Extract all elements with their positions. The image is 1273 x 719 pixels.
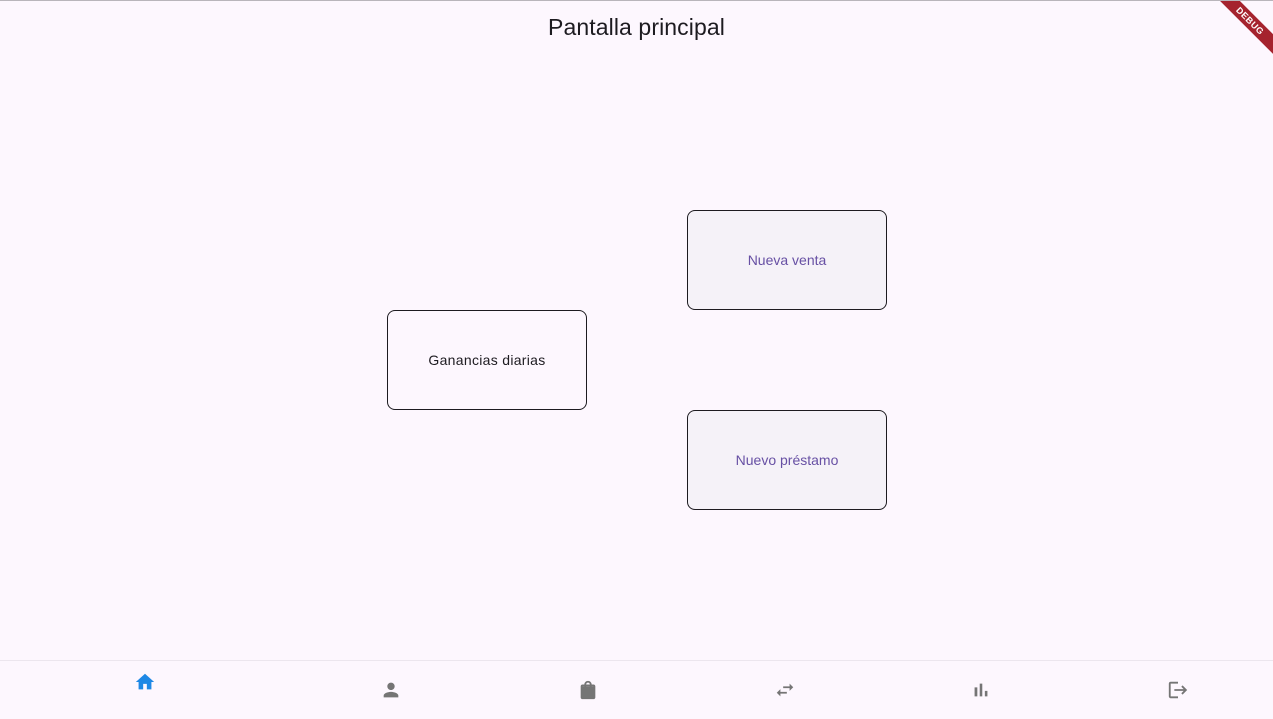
debug-banner-label: DEBUG	[1213, 1, 1273, 58]
debug-banner: DEBUG	[1213, 1, 1273, 61]
daily-earnings-label: Ganancias diarias	[428, 352, 546, 368]
shopping-bag-icon	[580, 680, 596, 700]
nav-item-shopping[interactable]	[558, 661, 618, 719]
daily-earnings-card: Ganancias diarias	[387, 310, 587, 410]
bottom-navigation-bar	[0, 660, 1273, 719]
nav-item-home[interactable]	[115, 661, 175, 719]
page-title: Pantalla principal	[548, 14, 725, 40]
new-loan-label: Nuevo préstamo	[735, 452, 839, 468]
nav-item-transfers[interactable]	[755, 661, 815, 719]
home-icon	[135, 673, 155, 690]
new-loan-button[interactable]: Nuevo préstamo	[687, 410, 887, 510]
app-root: Pantalla principal DEBUG Ganancias diari…	[0, 0, 1273, 719]
nav-item-logout[interactable]	[1148, 661, 1208, 719]
bar-chart-icon	[974, 683, 988, 697]
nav-item-stats[interactable]	[951, 661, 1011, 719]
new-sale-label: Nueva venta	[747, 252, 827, 268]
nav-item-profile[interactable]	[361, 661, 421, 719]
person-icon	[383, 682, 399, 698]
logout-icon	[1168, 681, 1188, 699]
swap-horiz-icon	[776, 683, 794, 697]
new-sale-button[interactable]: Nueva venta	[687, 210, 887, 310]
